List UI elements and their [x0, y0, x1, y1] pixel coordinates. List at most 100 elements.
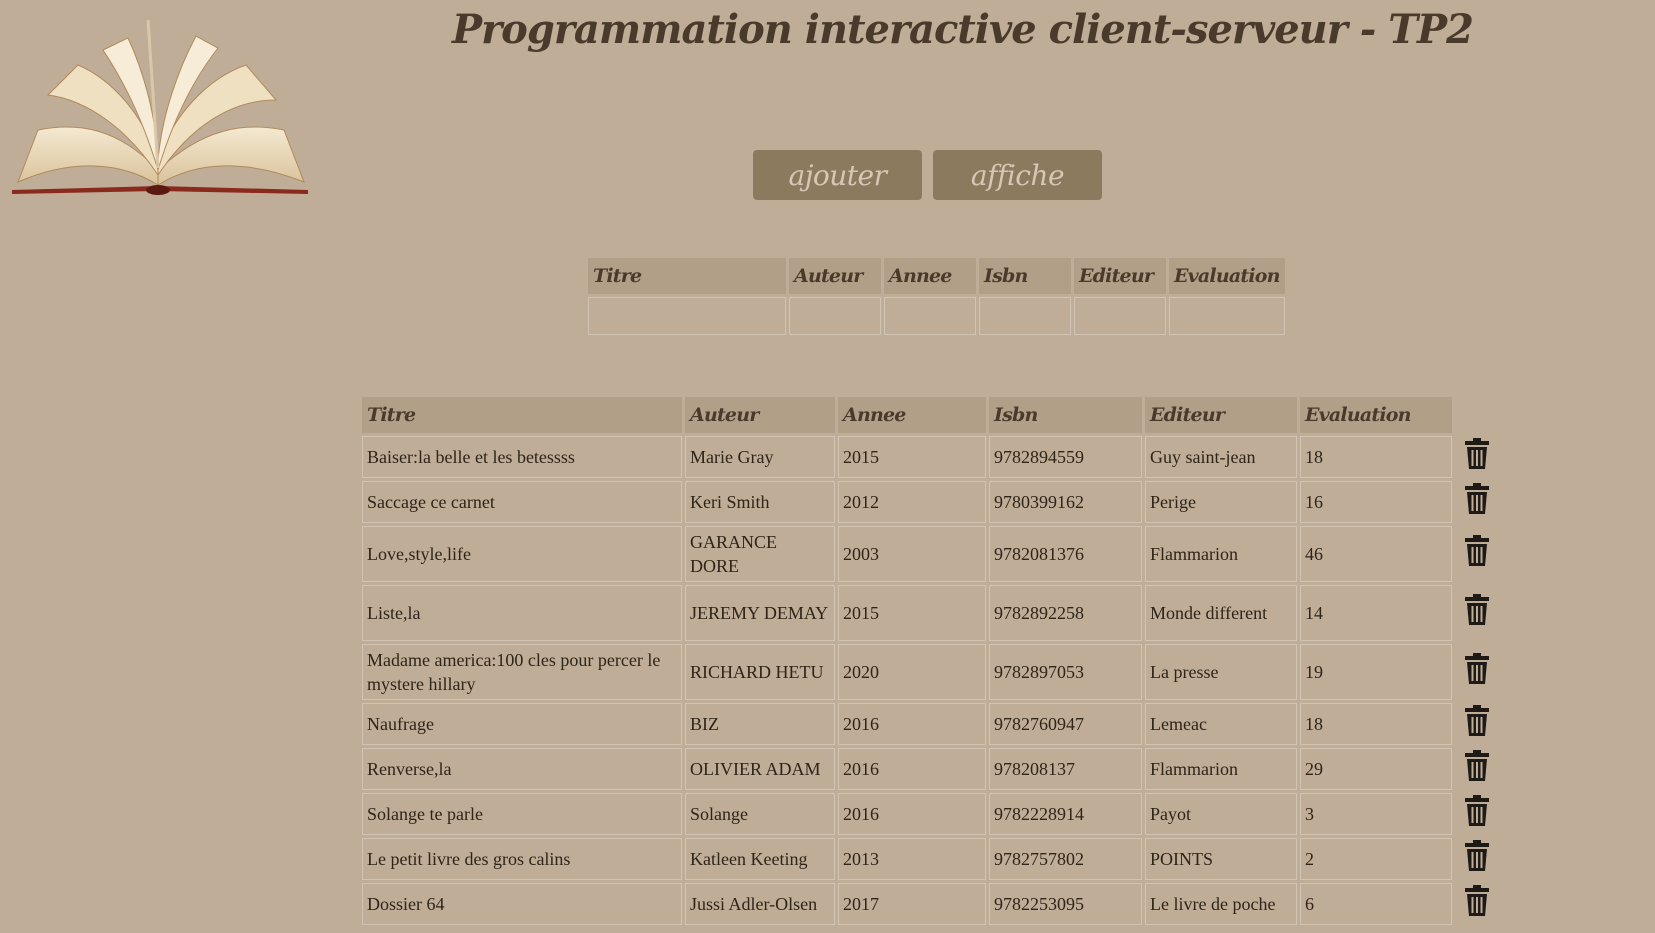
cell-annee: 2012: [838, 481, 986, 523]
cell-titre: Solange te parle: [362, 793, 682, 835]
cell-evaluation: 14: [1300, 585, 1452, 641]
trash-icon[interactable]: [1463, 653, 1491, 685]
cell-evaluation: 16: [1300, 481, 1452, 523]
cell-annee: 2016: [838, 703, 986, 745]
cell-annee: 2003: [838, 526, 986, 582]
books-header-row: Titre Auteur Annee Isbn Editeur Evaluati…: [362, 397, 1495, 433]
cell-annee: 2016: [838, 748, 986, 790]
cell-titre: Renverse,la: [362, 748, 682, 790]
cell-editeur: Monde different: [1145, 585, 1297, 641]
form-header-titre: Titre: [588, 258, 786, 294]
cell-annee: 2020: [838, 644, 986, 700]
trash-icon[interactable]: [1463, 840, 1491, 872]
annee-cell: [884, 297, 976, 335]
form-input-row: [588, 297, 1285, 335]
isbn-input[interactable]: [980, 298, 1070, 334]
cell-evaluation: 18: [1300, 436, 1452, 478]
cell-evaluation: 18: [1300, 703, 1452, 745]
cell-editeur: La presse: [1145, 644, 1297, 700]
cell-evaluation: 19: [1300, 644, 1452, 700]
books-header-spacer: [1455, 397, 1495, 433]
trash-icon[interactable]: [1463, 483, 1491, 515]
cell-editeur: Flammarion: [1145, 526, 1297, 582]
cell-editeur: Payot: [1145, 793, 1297, 835]
book-form-table: Titre Auteur Annee Isbn Editeur Evaluati…: [585, 255, 1288, 338]
cell-auteur: JEREMY DEMAY: [685, 585, 835, 641]
cell-editeur: Guy saint-jean: [1145, 436, 1297, 478]
titre-cell: [588, 297, 786, 335]
books-body: Baiser:la belle et les betessss Marie Gra…: [362, 436, 1495, 925]
auteur-cell: [789, 297, 881, 335]
cell-evaluation: 46: [1300, 526, 1452, 582]
table-row: Saccage ce carnet Keri Smith 2012 978039916…: [362, 481, 1495, 523]
books-header-evaluation: Evaluation: [1300, 397, 1452, 433]
table-row: Naufrage BIZ 2016 9782760947 Lemeac 18: [362, 703, 1495, 745]
cell-annee: 2013: [838, 838, 986, 880]
cell-auteur: Marie Gray: [685, 436, 835, 478]
cell-titre: Dossier 64: [362, 883, 682, 925]
books-header-isbn: Isbn: [989, 397, 1142, 433]
ajouter-button[interactable]: ajouter: [753, 150, 922, 200]
books-header-titre: Titre: [362, 397, 682, 433]
trash-icon[interactable]: [1463, 885, 1491, 917]
evaluation-input[interactable]: [1170, 298, 1284, 334]
table-row: Le petit livre des gros calins Katleen Ke…: [362, 838, 1495, 880]
cell-isbn: 9780399162: [989, 481, 1142, 523]
cell-auteur: OLIVIER ADAM: [685, 748, 835, 790]
trash-icon[interactable]: [1463, 705, 1491, 737]
cell-isbn: 9782253095: [989, 883, 1142, 925]
cell-isbn: 9782757802: [989, 838, 1142, 880]
cell-auteur: Jussi Adler-Olsen: [685, 883, 835, 925]
cell-isbn: 9782228914: [989, 793, 1142, 835]
cell-titre: Liste,la: [362, 585, 682, 641]
form-header-auteur: Auteur: [789, 258, 881, 294]
cell-auteur: RICHARD HETU: [685, 644, 835, 700]
delete-cell: [1455, 644, 1495, 700]
cell-evaluation: 6: [1300, 883, 1452, 925]
cell-editeur: POINTS: [1145, 838, 1297, 880]
books-header-auteur: Auteur: [685, 397, 835, 433]
cell-isbn: 9782081376: [989, 526, 1142, 582]
cell-auteur: BIZ: [685, 703, 835, 745]
cell-editeur: Perige: [1145, 481, 1297, 523]
cell-editeur: Lemeac: [1145, 703, 1297, 745]
form-header-annee: Annee: [884, 258, 976, 294]
delete-cell: [1455, 481, 1495, 523]
page-title: Programmation interactive client-serveur…: [452, 6, 1474, 53]
books-header-editeur: Editeur: [1145, 397, 1297, 433]
cell-isbn: 9782894559: [989, 436, 1142, 478]
affiche-button[interactable]: affiche: [933, 150, 1102, 200]
auteur-input[interactable]: [790, 298, 880, 334]
cell-auteur: Katleen Keeting: [685, 838, 835, 880]
delete-cell: [1455, 838, 1495, 880]
delete-cell: [1455, 585, 1495, 641]
cell-annee: 2017: [838, 883, 986, 925]
cell-titre: Love,style,life: [362, 526, 682, 582]
editeur-input[interactable]: [1075, 298, 1165, 334]
table-row: Liste,la JEREMY DEMAY 2015 9782892258 Monde …: [362, 585, 1495, 641]
cell-editeur: Le livre de poche: [1145, 883, 1297, 925]
cell-titre: Naufrage: [362, 703, 682, 745]
cell-auteur: Solange: [685, 793, 835, 835]
cell-titre: Le petit livre des gros calins: [362, 838, 682, 880]
cell-titre: Saccage ce carnet: [362, 481, 682, 523]
trash-icon[interactable]: [1463, 795, 1491, 827]
annee-input[interactable]: [885, 298, 975, 334]
books-header-annee: Annee: [838, 397, 986, 433]
titre-input[interactable]: [589, 298, 785, 334]
form-header-row: Titre Auteur Annee Isbn Editeur Evaluati…: [588, 258, 1285, 294]
delete-cell: [1455, 793, 1495, 835]
cell-titre: Baiser:la belle et les betessss: [362, 436, 682, 478]
delete-cell: [1455, 703, 1495, 745]
action-bar: ajouter affiche: [753, 150, 1102, 200]
cell-auteur: Keri Smith: [685, 481, 835, 523]
cell-annee: 2015: [838, 585, 986, 641]
trash-icon[interactable]: [1463, 750, 1491, 782]
delete-cell: [1455, 883, 1495, 925]
trash-icon[interactable]: [1463, 535, 1491, 567]
trash-icon[interactable]: [1463, 594, 1491, 626]
cell-isbn: 9782892258: [989, 585, 1142, 641]
cell-isbn: 978208137: [989, 748, 1142, 790]
trash-icon[interactable]: [1463, 438, 1491, 470]
cell-isbn: 9782897053: [989, 644, 1142, 700]
